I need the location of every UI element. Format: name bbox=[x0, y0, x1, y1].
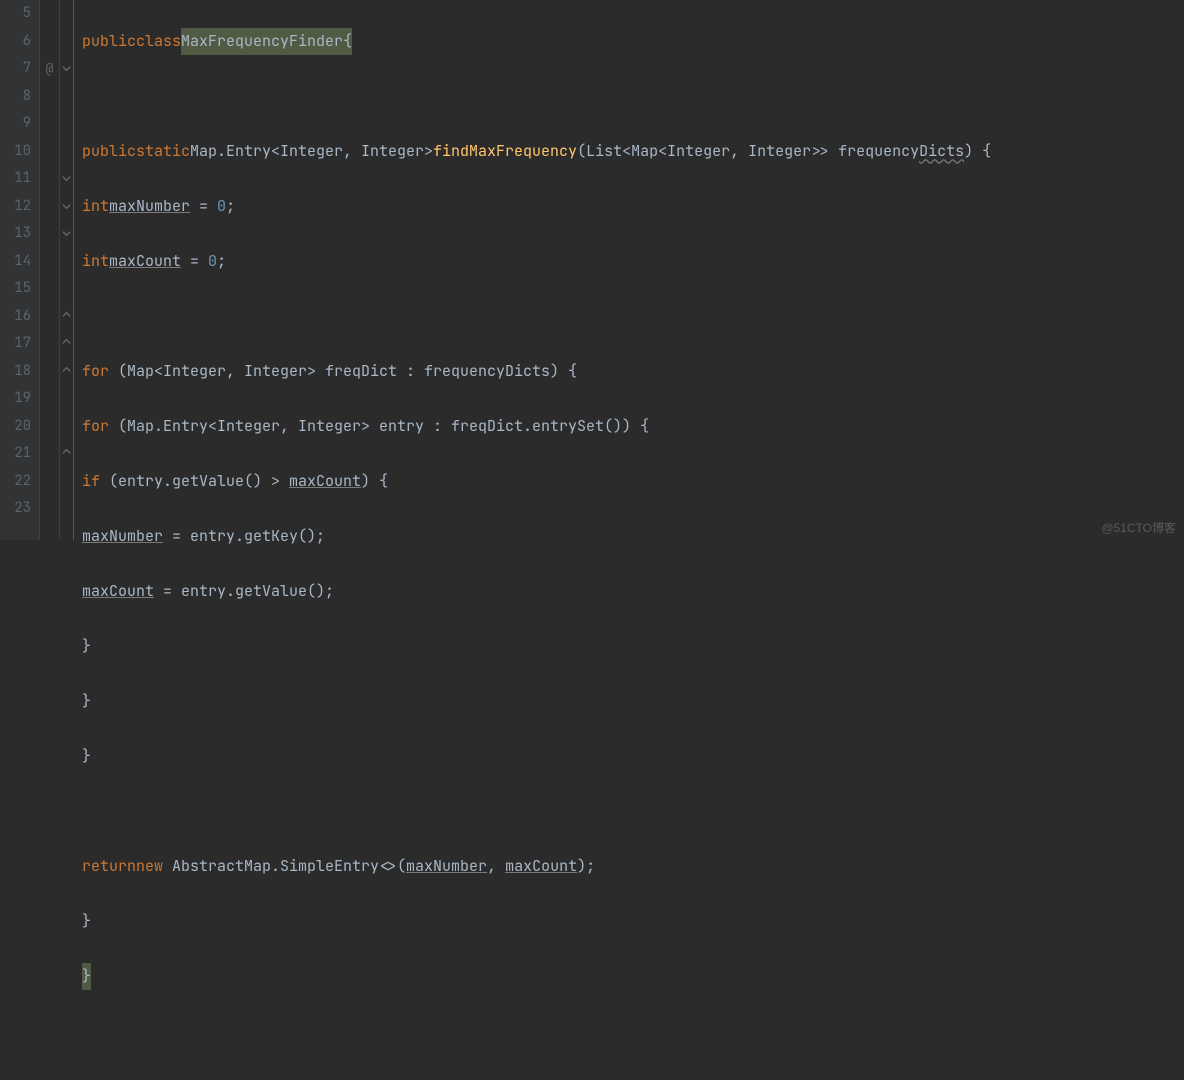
code-line[interactable] bbox=[82, 1018, 1184, 1046]
line-number: 6 bbox=[0, 28, 31, 56]
line-number: 7 bbox=[0, 55, 31, 83]
fold-handle-open-icon[interactable] bbox=[60, 165, 73, 193]
code-line[interactable]: public static Map.Entry<Integer, Integer… bbox=[82, 138, 1184, 166]
line-number: 19 bbox=[0, 385, 31, 413]
code-line[interactable] bbox=[82, 303, 1184, 331]
line-number: 11 bbox=[0, 165, 31, 193]
code-line[interactable] bbox=[82, 83, 1184, 111]
line-number: 5 bbox=[0, 0, 31, 28]
code-line[interactable]: int maxNumber = 0; bbox=[82, 193, 1184, 221]
watermark-text: @51CTO博客 bbox=[1101, 519, 1176, 536]
line-number: 18 bbox=[0, 358, 31, 386]
annotation-mark: @ bbox=[40, 55, 59, 83]
fold-handle-open-icon[interactable] bbox=[60, 55, 73, 83]
line-number: 9 bbox=[0, 110, 31, 138]
line-number: 10 bbox=[0, 138, 31, 166]
code-line[interactable]: for (Map<Integer, Integer> freqDict : fr… bbox=[82, 358, 1184, 386]
code-line[interactable]: int maxCount = 0; bbox=[82, 248, 1184, 276]
line-number: 21 bbox=[0, 440, 31, 468]
annotation-gutter: @ bbox=[40, 0, 60, 540]
line-number: 20 bbox=[0, 413, 31, 441]
fold-gutter[interactable] bbox=[60, 0, 74, 540]
fold-handle-close-icon[interactable] bbox=[60, 330, 73, 358]
code-area[interactable]: public class MaxFrequencyFinder { public… bbox=[74, 0, 1184, 540]
fold-handle-open-icon[interactable] bbox=[60, 193, 73, 221]
line-number: 22 bbox=[0, 468, 31, 496]
code-line[interactable]: } bbox=[82, 633, 1184, 661]
code-line[interactable]: for (Map.Entry<Integer, Integer> entry :… bbox=[82, 413, 1184, 441]
code-editor[interactable]: 5 6 7 8 9 10 11 12 13 14 15 16 17 18 19 … bbox=[0, 0, 1184, 540]
fold-handle-close-icon[interactable] bbox=[60, 358, 73, 386]
line-number: 23 bbox=[0, 495, 31, 523]
code-line[interactable]: maxNumber = entry.getKey(); bbox=[82, 523, 1184, 551]
code-line[interactable]: } bbox=[82, 688, 1184, 716]
code-line[interactable]: public class MaxFrequencyFinder { bbox=[82, 28, 1184, 56]
code-line[interactable]: } bbox=[82, 743, 1184, 771]
fold-handle-close-icon[interactable] bbox=[60, 440, 73, 468]
line-number: 15 bbox=[0, 275, 31, 303]
line-number: 17 bbox=[0, 330, 31, 358]
line-number: 13 bbox=[0, 220, 31, 248]
code-line[interactable] bbox=[82, 798, 1184, 826]
line-number: 16 bbox=[0, 303, 31, 331]
line-number: 8 bbox=[0, 83, 31, 111]
code-line[interactable]: return new AbstractMap.SimpleEntry<>(max… bbox=[82, 853, 1184, 881]
code-line[interactable]: if (entry.getValue() > maxCount) { bbox=[82, 468, 1184, 496]
code-line[interactable]: } bbox=[82, 963, 1184, 991]
code-line[interactable]: } bbox=[82, 908, 1184, 936]
fold-handle-open-icon[interactable] bbox=[60, 220, 73, 248]
line-number: 12 bbox=[0, 193, 31, 221]
code-line[interactable]: maxCount = entry.getValue(); bbox=[82, 578, 1184, 606]
line-number-gutter: 5 6 7 8 9 10 11 12 13 14 15 16 17 18 19 … bbox=[0, 0, 40, 540]
fold-handle-close-icon[interactable] bbox=[60, 303, 73, 331]
line-number: 14 bbox=[0, 248, 31, 276]
